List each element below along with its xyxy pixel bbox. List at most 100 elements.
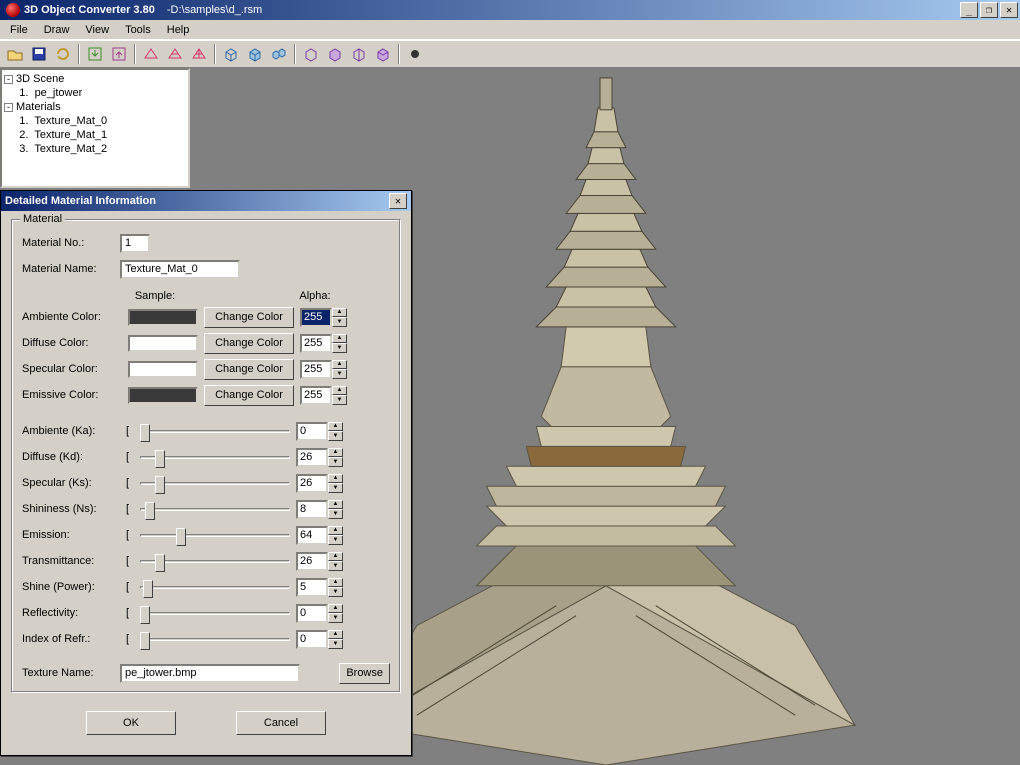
- spin-up-icon[interactable]: ▲: [328, 630, 343, 640]
- slider[interactable]: [140, 578, 290, 596]
- slider-value[interactable]: 8: [296, 500, 328, 519]
- minimize-button[interactable]: _: [960, 2, 978, 18]
- spin-down-icon[interactable]: ▼: [328, 587, 343, 597]
- slider-value-spinner[interactable]: 26▲▼: [296, 552, 343, 571]
- tb-wire2-icon[interactable]: [164, 43, 186, 65]
- slider-value-spinner[interactable]: 64▲▼: [296, 526, 343, 545]
- slider[interactable]: [140, 448, 290, 466]
- spin-up-icon[interactable]: ▲: [332, 386, 347, 396]
- tb-open-icon[interactable]: [4, 43, 26, 65]
- material-dialog[interactable]: Detailed Material Information ✕ Material…: [0, 190, 412, 756]
- slider-value[interactable]: 0: [296, 630, 328, 649]
- change-color-button[interactable]: Change Color: [204, 359, 294, 380]
- slider-value-spinner[interactable]: 0▲▼: [296, 422, 343, 441]
- maximize-button[interactable]: ❐: [980, 2, 998, 18]
- spin-down-icon[interactable]: ▼: [332, 395, 347, 405]
- scene-tree[interactable]: -3D Scene 1. pe_jtower -Materials 1. Tex…: [0, 68, 190, 188]
- cancel-button[interactable]: Cancel: [236, 711, 326, 735]
- spin-down-icon[interactable]: ▼: [328, 535, 343, 545]
- tb-cubes-icon[interactable]: [268, 43, 290, 65]
- color-swatch[interactable]: [128, 361, 198, 378]
- change-color-button[interactable]: Change Color: [204, 333, 294, 354]
- slider-value-spinner[interactable]: 8▲▼: [296, 500, 343, 519]
- spin-up-icon[interactable]: ▲: [328, 552, 343, 562]
- tb-viewA-icon[interactable]: [300, 43, 322, 65]
- spin-down-icon[interactable]: ▼: [332, 343, 347, 353]
- spin-down-icon[interactable]: ▼: [332, 317, 347, 327]
- spin-up-icon[interactable]: ▲: [328, 526, 343, 536]
- slider-value[interactable]: 5: [296, 578, 328, 597]
- spin-down-icon[interactable]: ▼: [328, 483, 343, 493]
- slider[interactable]: [140, 526, 290, 544]
- tb-cubeflat-icon[interactable]: [244, 43, 266, 65]
- spin-down-icon[interactable]: ▼: [332, 369, 347, 379]
- tree-item[interactable]: 3. Texture_Mat_2: [19, 143, 107, 155]
- menu-help[interactable]: Help: [159, 22, 198, 38]
- menu-view[interactable]: View: [77, 22, 117, 38]
- slider-value-spinner[interactable]: 26▲▼: [296, 448, 343, 467]
- slider-value[interactable]: 64: [296, 526, 328, 545]
- spin-down-icon[interactable]: ▼: [328, 457, 343, 467]
- color-swatch[interactable]: [128, 309, 198, 326]
- slider[interactable]: [140, 604, 290, 622]
- slider-value-spinner[interactable]: 0▲▼: [296, 630, 343, 649]
- spin-up-icon[interactable]: ▲: [328, 500, 343, 510]
- slider-value[interactable]: 0: [296, 422, 328, 441]
- material-no-input[interactable]: 1: [120, 234, 150, 253]
- spin-up-icon[interactable]: ▲: [328, 604, 343, 614]
- alpha-value[interactable]: 255: [300, 360, 332, 379]
- tb-viewC-icon[interactable]: [348, 43, 370, 65]
- change-color-button[interactable]: Change Color: [204, 385, 294, 406]
- slider[interactable]: [140, 630, 290, 648]
- slider[interactable]: [140, 500, 290, 518]
- tb-wire3-icon[interactable]: [188, 43, 210, 65]
- color-swatch[interactable]: [128, 335, 198, 352]
- spin-up-icon[interactable]: ▲: [332, 360, 347, 370]
- alpha-spinner[interactable]: 255▲▼: [300, 360, 347, 379]
- tb-cubewire-icon[interactable]: [220, 43, 242, 65]
- tb-wire1-icon[interactable]: [140, 43, 162, 65]
- alpha-value[interactable]: 255: [300, 386, 332, 405]
- alpha-spinner[interactable]: 255▲▼: [300, 334, 347, 353]
- slider[interactable]: [140, 422, 290, 440]
- spin-down-icon[interactable]: ▼: [328, 639, 343, 649]
- spin-down-icon[interactable]: ▼: [328, 431, 343, 441]
- alpha-spinner[interactable]: 255▲▼: [300, 386, 347, 405]
- slider[interactable]: [140, 474, 290, 492]
- spin-up-icon[interactable]: ▲: [328, 578, 343, 588]
- tree-root-materials[interactable]: Materials: [16, 101, 61, 113]
- tb-viewB-icon[interactable]: [324, 43, 346, 65]
- slider-value[interactable]: 0: [296, 604, 328, 623]
- menu-draw[interactable]: Draw: [36, 22, 78, 38]
- slider-value[interactable]: 26: [296, 448, 328, 467]
- spin-down-icon[interactable]: ▼: [328, 613, 343, 623]
- tb-export-icon[interactable]: [108, 43, 130, 65]
- spin-up-icon[interactable]: ▲: [332, 308, 347, 318]
- material-name-input[interactable]: Texture_Mat_0: [120, 260, 240, 279]
- dialog-titlebar[interactable]: Detailed Material Information ✕: [1, 191, 411, 211]
- tb-revert-icon[interactable]: [52, 43, 74, 65]
- menu-tools[interactable]: Tools: [117, 22, 159, 38]
- slider-value-spinner[interactable]: 0▲▼: [296, 604, 343, 623]
- spin-up-icon[interactable]: ▲: [328, 422, 343, 432]
- slider-value[interactable]: 26: [296, 474, 328, 493]
- tree-item[interactable]: 2. Texture_Mat_1: [19, 129, 107, 141]
- spin-up-icon[interactable]: ▲: [328, 448, 343, 458]
- close-button[interactable]: ✕: [1000, 2, 1018, 18]
- tb-light-icon[interactable]: [404, 43, 426, 65]
- alpha-value[interactable]: 255: [300, 334, 332, 353]
- slider-value-spinner[interactable]: 5▲▼: [296, 578, 343, 597]
- color-swatch[interactable]: [128, 387, 198, 404]
- texture-input[interactable]: pe_jtower.bmp: [120, 664, 300, 683]
- spin-down-icon[interactable]: ▼: [328, 509, 343, 519]
- slider[interactable]: [140, 552, 290, 570]
- slider-value-spinner[interactable]: 26▲▼: [296, 474, 343, 493]
- slider-value[interactable]: 26: [296, 552, 328, 571]
- tree-root-scene[interactable]: 3D Scene: [16, 73, 64, 85]
- browse-button[interactable]: Browse: [339, 663, 390, 684]
- alpha-spinner[interactable]: 255▲▼: [300, 308, 347, 327]
- spin-down-icon[interactable]: ▼: [328, 561, 343, 571]
- alpha-value[interactable]: 255: [300, 308, 332, 327]
- dialog-close-button[interactable]: ✕: [389, 193, 407, 209]
- tree-item[interactable]: 1. Texture_Mat_0: [19, 115, 107, 127]
